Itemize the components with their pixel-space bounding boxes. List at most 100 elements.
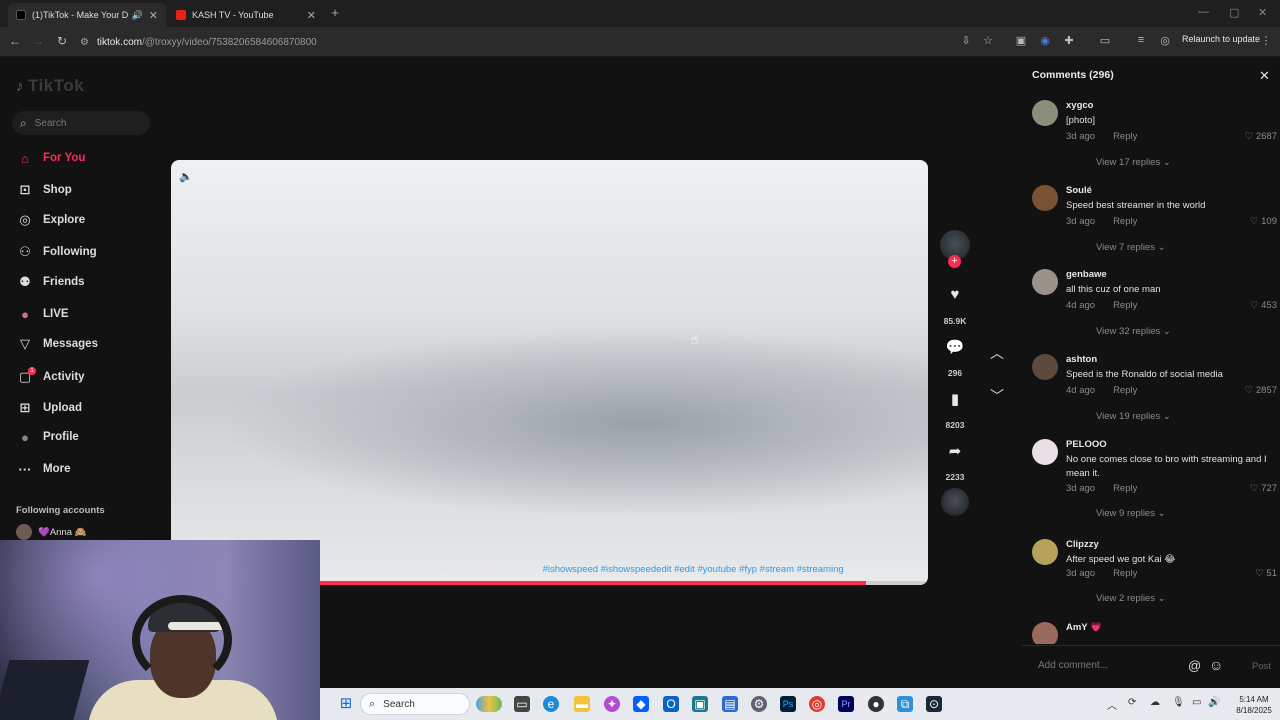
- following-account-item[interactable]: 💜Anna 🙈: [16, 524, 86, 540]
- follow-plus-icon[interactable]: +: [948, 255, 961, 268]
- edge-icon[interactable]: e: [543, 696, 559, 712]
- extension-icon[interactable]: ▣: [1014, 34, 1028, 47]
- comment-username[interactable]: genbawe: [1066, 269, 1107, 280]
- reply-button[interactable]: Reply: [1113, 131, 1137, 142]
- reload-icon[interactable]: ↻: [54, 34, 70, 48]
- relaunch-button[interactable]: Relaunch to update: [1182, 34, 1260, 44]
- sidebar-item-for-you[interactable]: ⌂ For You: [16, 147, 85, 169]
- next-video-chevron-down-icon[interactable]: ﹀: [988, 386, 1006, 406]
- mention-at-icon[interactable]: @: [1188, 658, 1201, 673]
- avatar[interactable]: [1032, 622, 1058, 644]
- comment-username[interactable]: Clipzzy: [1066, 539, 1099, 550]
- view-replies-button[interactable]: View 7 replies ⌄: [1096, 242, 1166, 253]
- tray-sync-icon[interactable]: ⟳: [1128, 697, 1136, 708]
- tab-tiktok[interactable]: (1)TikTok - Make Your Day 🔊 ✕: [8, 3, 166, 27]
- new-tab-button[interactable]: +: [327, 6, 343, 22]
- extension-icon[interactable]: ◉: [1038, 34, 1052, 47]
- minimize-icon[interactable]: —: [1198, 6, 1209, 18]
- store-icon[interactable]: ▤: [722, 696, 738, 712]
- comment-like-button[interactable]: ♡ 2857: [1245, 385, 1277, 396]
- speaker-icon[interactable]: 🔊: [132, 10, 143, 21]
- avatar[interactable]: [1032, 354, 1058, 380]
- caption-hashtags[interactable]: #ishowspeed #ishowspeededit #edit #youtu…: [543, 564, 844, 575]
- windows-start-icon[interactable]: ⊞: [338, 696, 354, 712]
- reply-button[interactable]: Reply: [1113, 300, 1137, 311]
- post-button[interactable]: Post: [1252, 661, 1271, 672]
- close-window-icon[interactable]: ✕: [1258, 6, 1267, 19]
- video-player[interactable]: 🔈 ality for 9.90$ with all of my editing…: [171, 160, 928, 585]
- comment-icon[interactable]: 💬: [942, 338, 968, 356]
- app-icon[interactable]: ⧉: [897, 696, 913, 712]
- bookmark-star-icon[interactable]: ☆: [981, 34, 995, 47]
- comment-username[interactable]: xygco: [1066, 100, 1093, 111]
- address-bar[interactable]: ⚙ tiktok.com/@troxyy/video/7538206584606…: [80, 31, 1000, 53]
- comment-like-button[interactable]: ♡ 727: [1250, 483, 1277, 494]
- view-replies-button[interactable]: View 2 replies ⌄: [1096, 593, 1166, 604]
- taskbar-clock[interactable]: 5:14 AM 8/18/2025: [1230, 694, 1278, 716]
- extensions-puzzle-icon[interactable]: ✚: [1062, 34, 1076, 47]
- previous-video-chevron-up-icon[interactable]: ︿: [988, 343, 1006, 363]
- back-icon[interactable]: ←: [7, 34, 23, 48]
- avatar[interactable]: [1032, 439, 1058, 465]
- microphone-icon[interactable]: 🎙: [1172, 697, 1185, 708]
- photoshop-icon[interactable]: Ps: [780, 696, 796, 712]
- sidebar-item-following[interactable]: ⚇ Following: [16, 241, 96, 263]
- site-info-icon[interactable]: ⚙: [80, 37, 89, 48]
- avatar[interactable]: [1032, 539, 1058, 565]
- close-tab-icon[interactable]: ✕: [307, 9, 316, 22]
- sidebar-item-messages[interactable]: ▽ Messages: [16, 333, 98, 355]
- reply-button[interactable]: Reply: [1113, 385, 1137, 396]
- close-tab-icon[interactable]: ✕: [149, 9, 158, 22]
- comment-username[interactable]: PELOOO: [1066, 439, 1107, 450]
- sidebar-item-more[interactable]: ··· More: [16, 458, 71, 480]
- comment-username[interactable]: AmY 💗: [1066, 622, 1102, 633]
- comment-like-button[interactable]: ♡ 109: [1250, 216, 1277, 227]
- view-replies-button[interactable]: View 19 replies ⌄: [1096, 411, 1171, 422]
- network-icon[interactable]: ▭: [1192, 697, 1201, 708]
- sidebar-item-upload[interactable]: ⊞ Upload: [16, 397, 82, 419]
- like-heart-icon[interactable]: ♥: [942, 286, 968, 303]
- comment-like-button[interactable]: ♡ 453: [1250, 300, 1277, 311]
- taskbar-search[interactable]: ⌕ Search: [360, 693, 470, 715]
- search-input[interactable]: ⌕ Search: [12, 111, 150, 135]
- app-icon[interactable]: ▣: [692, 696, 708, 712]
- view-replies-button[interactable]: View 32 replies ⌄: [1096, 326, 1171, 337]
- tab-youtube[interactable]: KASH TV - YouTube ✕: [168, 3, 324, 27]
- copilot-icon[interactable]: ✦: [604, 696, 620, 712]
- volume-icon[interactable]: 🔈: [179, 170, 193, 183]
- view-replies-button[interactable]: View 17 replies ⌄: [1096, 157, 1171, 168]
- add-comment-input[interactable]: Add comment...: [1038, 660, 1108, 671]
- avatar[interactable]: [1032, 100, 1058, 126]
- settings-gear-icon[interactable]: ⚙: [751, 696, 767, 712]
- dropbox-icon[interactable]: ◆: [633, 696, 649, 712]
- share-icon[interactable]: ➦: [942, 442, 968, 460]
- chevron-up-icon[interactable]: ︿: [1107, 697, 1117, 712]
- bookmark-icon[interactable]: ▮: [942, 390, 968, 408]
- volume-icon[interactable]: 🔊: [1208, 697, 1220, 708]
- reply-button[interactable]: Reply: [1113, 216, 1137, 227]
- menu-dots-icon[interactable]: ⋮: [1259, 34, 1273, 47]
- sidebar-item-live[interactable]: ● LIVE: [16, 303, 69, 325]
- install-app-icon[interactable]: ⇩: [959, 34, 973, 47]
- chrome-icon[interactable]: ◎: [809, 696, 825, 712]
- widgets-icon[interactable]: [476, 696, 502, 712]
- steam-icon[interactable]: ⊙: [926, 696, 942, 712]
- maximize-icon[interactable]: ▢: [1229, 6, 1239, 19]
- file-explorer-icon[interactable]: ▬: [574, 696, 590, 712]
- comment-username[interactable]: ashton: [1066, 354, 1097, 365]
- avatar[interactable]: [1032, 269, 1058, 295]
- profile-icon[interactable]: ◎: [1158, 34, 1172, 47]
- reply-button[interactable]: Reply: [1113, 568, 1137, 579]
- media-control-icon[interactable]: ≡: [1134, 34, 1148, 46]
- comment-like-button[interactable]: ♡ 2687: [1245, 131, 1277, 142]
- close-comments-icon[interactable]: ✕: [1259, 68, 1270, 84]
- comment-like-button[interactable]: ♡ 51: [1255, 568, 1277, 579]
- emoji-icon[interactable]: ☺: [1209, 657, 1223, 673]
- app-icon[interactable]: ●: [868, 696, 884, 712]
- comment-username[interactable]: Soulé: [1066, 185, 1092, 196]
- tray-cloud-icon[interactable]: ☁: [1150, 697, 1160, 708]
- sidebar-item-explore[interactable]: ◎ Explore: [16, 209, 85, 231]
- task-view-icon[interactable]: ▭: [514, 696, 530, 712]
- forward-icon[interactable]: →: [30, 34, 46, 48]
- reply-button[interactable]: Reply: [1113, 483, 1137, 494]
